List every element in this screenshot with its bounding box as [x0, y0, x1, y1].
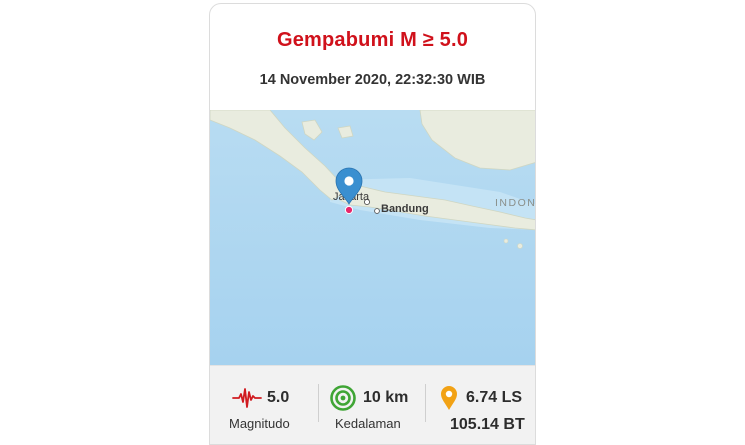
location-stat: 6.74 LS 105.14 BT [426, 366, 535, 444]
earthquake-stats: 5.0 Magnitudo 10 km Kedalaman 6.74 LS 10… [210, 365, 535, 444]
magnitude-value: 5.0 [267, 389, 290, 406]
magnitude-label: Magnitudo [229, 416, 290, 431]
depth-stat: 10 km Kedalaman [319, 366, 425, 444]
epicenter-dot-icon [344, 205, 354, 215]
bandung-label: Bandung [381, 203, 429, 215]
depth-value: 10 km [363, 389, 409, 406]
location-pin-icon [441, 386, 457, 410]
card-title: Gempabumi M ≥ 5.0 [276, 29, 469, 51]
small-island [503, 238, 509, 244]
concentric-circles-icon [330, 385, 356, 411]
event-datetime: 14 November 2020, 22:32:30 WIB [259, 72, 486, 88]
earthquake-card: Gempabumi M ≥ 5.0 14 November 2020, 22:3… [209, 3, 536, 445]
bandung-city-dot [374, 208, 380, 214]
longitude-value: 105.14 BT [450, 416, 525, 433]
latitude-value: 6.74 LS [466, 389, 523, 406]
magnitude-stat: 5.0 Magnitudo [210, 366, 318, 444]
epicenter-map[interactable]: Jakarta Bandung INDON [210, 110, 536, 365]
indonesia-label: INDON [495, 197, 536, 209]
seismograph-icon [232, 388, 262, 408]
small-island [517, 243, 523, 249]
depth-label: Kedalaman [335, 416, 401, 431]
